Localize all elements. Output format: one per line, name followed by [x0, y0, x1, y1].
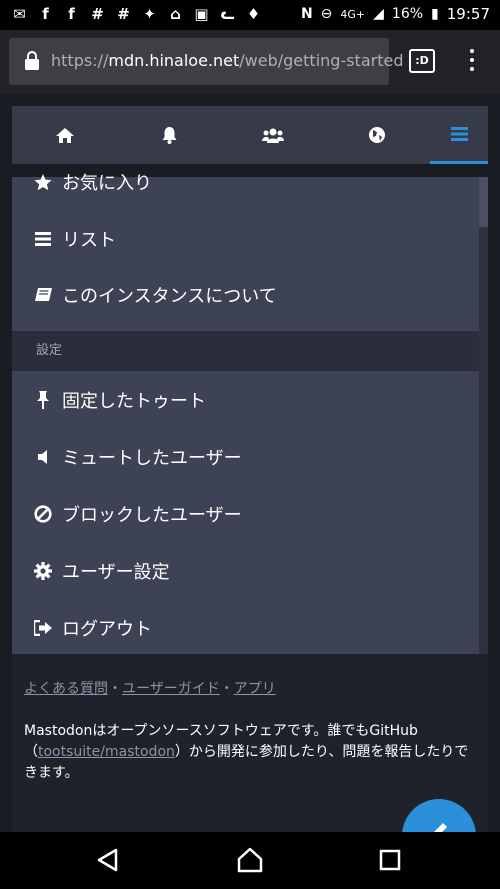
home-button-icon[interactable] [235, 845, 265, 875]
bell-icon [162, 127, 177, 144]
menu-item-label: ログアウト [62, 619, 152, 640]
cat-icon: ᓚ [220, 5, 235, 23]
browser-toolbar: https://mdn.hinaloe.net/web/getting-star… [0, 30, 500, 94]
link-separator: ・ [219, 681, 234, 697]
user-guide-link[interactable]: ユーザーガイド [122, 681, 220, 697]
bird-icon: ✦ [143, 5, 156, 23]
mail-icon: ✉ [13, 5, 26, 23]
photo-icon: ▣ [194, 5, 209, 23]
battery-icon: ▮ [431, 6, 439, 22]
menu-item-pinned-toots[interactable]: 固定したトゥート [12, 372, 479, 428]
home-icon: ⌂ [170, 5, 181, 23]
back-icon[interactable] [93, 845, 123, 875]
menu-item-about-instance[interactable]: このインスタンスについて [12, 267, 479, 323]
url-prefix: https:// [51, 51, 109, 70]
globe-icon [368, 127, 385, 143]
hamburger-icon [450, 126, 468, 141]
menu-item-label: ユーザー設定 [62, 562, 170, 583]
ban-icon [34, 505, 52, 523]
menu-item-logout[interactable]: ログアウト [12, 600, 479, 656]
menu-item-label: ミュートしたユーザー [62, 448, 242, 469]
getting-started-menu: お気に入り リスト このインスタンスについて 設定 固定したトゥート ミュートし… [12, 173, 479, 737]
battery-level: 16% [391, 6, 424, 22]
slack-icon: # [117, 5, 130, 23]
page: お気に入り リスト このインスタンスについて 設定 固定したトゥート ミュートし… [0, 94, 500, 832]
system-status: N ⊖ 4G+ ◢ 16% ▮ 19:57 [301, 5, 490, 23]
android-navigation-bar [0, 832, 500, 889]
apps-link[interactable]: アプリ [234, 681, 276, 697]
url-text: https://mdn.hinaloe.net/web/getting-star… [51, 51, 403, 70]
list-icon [34, 230, 52, 248]
settings-section-header: 設定 [12, 331, 479, 371]
menu-item-label: ブロックしたユーザー [62, 505, 242, 526]
sign-out-icon [34, 619, 52, 637]
twitter-icon: ♦ [246, 5, 261, 23]
lock-icon [25, 51, 39, 70]
url-path: /web/getting-started [239, 51, 404, 70]
menu-item-favourites[interactable]: お気に入り [12, 154, 479, 210]
menu-item-label: 固定したトゥート [62, 391, 206, 412]
scrollbar-thumb[interactable] [479, 177, 488, 227]
clock: 19:57 [446, 5, 490, 23]
pin-icon [34, 391, 52, 409]
hashtag-icon: # [91, 5, 104, 23]
recents-icon[interactable] [375, 845, 405, 875]
github-repo-link[interactable]: tootsuite/mastodon [38, 744, 175, 760]
footer-links: よくある質問・ユーザーガイド・アプリ [24, 678, 276, 698]
menu-item-muted-users[interactable]: ミュートしたユーザー [12, 429, 479, 485]
address-bar[interactable]: https://mdn.hinaloe.net/web/getting-star… [9, 38, 403, 85]
facebook-icon: f [68, 5, 75, 23]
link-separator: ・ [108, 681, 122, 697]
star-icon [34, 173, 52, 191]
facebook-icon: f [42, 5, 49, 23]
gear-icon [34, 562, 52, 580]
tab-switcher-button[interactable]: :D [409, 49, 435, 73]
volume-off-icon [34, 448, 52, 466]
menu-item-label: このインスタンスについて [62, 286, 277, 307]
book-icon [34, 286, 52, 304]
network-label: 4G+ [340, 7, 366, 21]
menu-item-preferences[interactable]: ユーザー設定 [12, 543, 479, 599]
home-icon [55, 127, 74, 143]
dnd-icon: ⊖ [320, 6, 333, 22]
nfc-icon: N [300, 6, 313, 22]
about-text: Mastodonはオープンソースソフトウェアです。誰でもGitHub（toots… [24, 721, 476, 784]
url-domain: mdn.hinaloe.net [108, 51, 240, 70]
pencil-icon [434, 823, 447, 832]
menu-scrollbar[interactable] [479, 177, 488, 737]
status-bar: ✉ f f # # ✦ ⌂ ▣ ᓚ ♦ N ⊖ 4G+ ◢ 16% ▮ 19:5… [0, 0, 500, 30]
menu-item-label: お気に入り [62, 173, 152, 194]
faq-link[interactable]: よくある質問 [24, 681, 108, 697]
menu-item-lists[interactable]: リスト [12, 211, 479, 267]
browser-menu-button[interactable] [462, 46, 482, 76]
notification-icons: ✉ f f # # ✦ ⌂ ▣ ᓚ ♦ [10, 5, 263, 24]
menu-item-label: リスト [62, 230, 116, 251]
signal-icon: ◢ [373, 6, 384, 22]
menu-item-blocked-users[interactable]: ブロックしたユーザー [12, 486, 479, 542]
users-icon [261, 128, 284, 143]
